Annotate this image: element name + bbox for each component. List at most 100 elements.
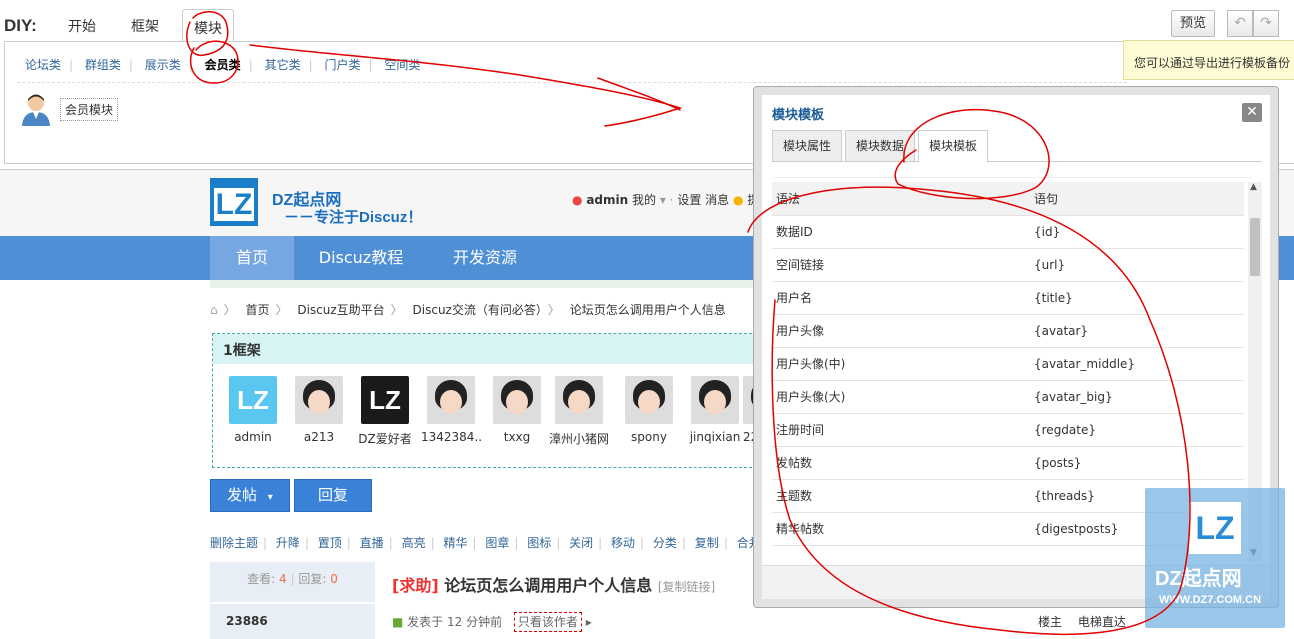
member-avatar-item[interactable]: LZ DZ爱好者 <box>355 376 415 447</box>
scroll-up-icon[interactable]: ▲ <box>1250 182 1257 192</box>
module-category-list: 论坛类 | 群组类 | 展示类 | 会员类 | 其它类 | 门户类 | 空间类 <box>25 58 421 72</box>
diy-frame[interactable]: 1框架 LZ admin a213 LZ DZ爱好者 1342384... txxg… <box>212 333 772 468</box>
user-bar: ● admin 我的 ▾ · 设置 消息 ● 提 <box>572 191 759 208</box>
site-logo[interactable]: LZ <box>210 178 258 226</box>
table-row[interactable]: 空间链接 {url} <box>772 248 1244 282</box>
mod-sticky[interactable]: 置顶 <box>318 536 342 550</box>
table-row[interactable]: 数据ID {id} <box>772 215 1244 249</box>
syntax-code[interactable]: {url} <box>1034 248 1244 282</box>
breadcrumb-board[interactable]: Discuz交流（有问必答） <box>413 303 542 317</box>
table-row[interactable]: 用户头像 {avatar} <box>772 314 1244 348</box>
thread-title: [求助] 论坛页怎么调用用户个人信息 [复制链接] <box>392 576 716 595</box>
redo-icon[interactable]: ↷ <box>1253 10 1279 37</box>
thread-tag[interactable]: 求助 <box>399 576 431 595</box>
category-member[interactable]: 会员类 <box>205 58 241 72</box>
syntax-code[interactable]: {regdate} <box>1034 413 1244 447</box>
tab-start[interactable]: 开始 <box>68 16 96 36</box>
mod-delete[interactable]: 删除主题 <box>210 536 258 550</box>
mod-close[interactable]: 关闭 <box>569 536 593 550</box>
tab-module-properties[interactable]: 模块属性 <box>772 130 842 162</box>
member-module-item[interactable]: 会员模块 <box>19 92 119 129</box>
mod-icon[interactable]: 图标 <box>527 536 551 550</box>
elevator-link[interactable]: 电梯直达 <box>1078 615 1126 629</box>
close-icon[interactable]: ✕ <box>1242 103 1262 122</box>
watermark-name: DZ起点网 <box>1155 568 1242 590</box>
category-other[interactable]: 其它类 <box>265 58 301 72</box>
category-space[interactable]: 空间类 <box>384 58 420 72</box>
mod-bump[interactable]: 升降 <box>276 536 300 550</box>
mod-highlight[interactable]: 高亮 <box>402 536 426 550</box>
bulb-icon: ● <box>733 193 744 207</box>
new-thread-button[interactable]: 发帖 ▾ <box>210 479 290 512</box>
syntax-code[interactable]: {avatar} <box>1034 314 1244 348</box>
copy-link[interactable]: [复制链接] <box>658 580 715 594</box>
member-avatar-item[interactable]: spony <box>619 376 679 444</box>
table-header-row: 语法 语句 <box>772 182 1244 216</box>
site-watermark: LZ DZ起点网 WWW.DZ7.COM.CN <box>1145 488 1285 628</box>
member-avatar-item[interactable]: jinqixian <box>685 376 745 444</box>
mod-copy[interactable]: 复制 <box>695 536 719 550</box>
member-avatar-item[interactable]: a213 <box>289 376 349 444</box>
category-group[interactable]: 群组类 <box>85 58 121 72</box>
breadcrumb-home[interactable]: 首页 <box>245 303 269 317</box>
syntax-name: 注册时间 <box>772 413 1034 447</box>
home-icon[interactable]: ⌂ <box>210 303 218 317</box>
syntax-code[interactable]: {id} <box>1034 215 1244 249</box>
mod-stamp[interactable]: 图章 <box>485 536 509 550</box>
mod-digest[interactable]: 精华 <box>443 536 467 550</box>
nav-home[interactable]: 首页 <box>210 236 294 280</box>
scroll-thumb[interactable] <box>1250 218 1260 276</box>
table-row[interactable]: 用户头像(中) {avatar_middle} <box>772 347 1244 381</box>
mod-live[interactable]: 直播 <box>360 536 384 550</box>
mod-classify[interactable]: 分类 <box>653 536 677 550</box>
nav-tutorials[interactable]: Discuz教程 <box>306 236 416 280</box>
tab-module[interactable]: 模块 <box>182 9 234 42</box>
nav-resources[interactable]: 开发资源 <box>440 236 530 280</box>
syntax-code[interactable]: {avatar_middle} <box>1034 347 1244 381</box>
table-row[interactable]: 发帖数 {posts} <box>772 446 1244 480</box>
only-author-link[interactable]: 只看该作者 <box>513 612 582 632</box>
post-floor-info: 楼主 电梯直达 <box>1038 613 1126 630</box>
tab-module-template[interactable]: 模块模板 <box>918 130 988 163</box>
syntax-name: 精华帖数 <box>772 512 1034 546</box>
syntax-code[interactable]: {posts} <box>1034 446 1244 480</box>
avatar <box>625 376 673 424</box>
member-avatar-item[interactable]: LZ admin <box>223 376 283 444</box>
syntax-code[interactable]: {avatar_big} <box>1034 380 1244 414</box>
category-portal[interactable]: 门户类 <box>324 58 360 72</box>
preview-button[interactable]: 预览 <box>1171 10 1215 37</box>
undo-icon[interactable]: ↶ <box>1227 10 1253 37</box>
table-row[interactable]: 用户头像(大) {avatar_big} <box>772 380 1244 414</box>
category-forum[interactable]: 论坛类 <box>25 58 61 72</box>
author-uid[interactable]: 23886 <box>210 604 375 639</box>
tab-module-data[interactable]: 模块数据 <box>845 130 915 162</box>
username-link[interactable]: admin <box>586 193 628 207</box>
reply-button[interactable]: 回复 <box>294 479 372 512</box>
member-avatar-item[interactable]: 漳州小猪网 <box>549 376 609 447</box>
watermark-url: WWW.DZ7.COM.CN <box>1159 594 1262 606</box>
breadcrumb-thread[interactable]: 论坛页怎么调用用户个人信息 <box>570 303 726 317</box>
breadcrumb-forum[interactable]: Discuz互助平台 <box>297 303 384 317</box>
user-link-settings[interactable]: 设置 <box>677 193 701 207</box>
member-avatar-item[interactable]: 1342384... <box>421 376 481 444</box>
user-link-messages[interactable]: 消息 <box>705 193 729 207</box>
category-display[interactable]: 展示类 <box>145 58 181 72</box>
table-row[interactable]: 用户名 {title} <box>772 281 1244 315</box>
qq-icon: ● <box>572 193 583 207</box>
mod-move[interactable]: 移动 <box>611 536 635 550</box>
user-link-mine[interactable]: 我的 <box>632 193 656 207</box>
syntax-name: 用户名 <box>772 281 1034 315</box>
syntax-code[interactable]: {title} <box>1034 281 1244 315</box>
table-row[interactable]: 注册时间 {regdate} <box>772 413 1244 447</box>
moderation-tools: 删除主题 | 升降 | 置顶 | 直播 | 高亮 | 精华 | 图章 | 图标 | 关闭 | 移动… <box>210 534 832 551</box>
frame-title: 1框架 <box>213 334 771 364</box>
avatar <box>493 376 541 424</box>
textarea-edge[interactable] <box>772 162 1252 178</box>
header-syntax: 语法 <box>772 182 1034 216</box>
avatar <box>295 376 343 424</box>
floor-label: 楼主 <box>1038 615 1063 629</box>
tab-frame[interactable]: 框架 <box>131 16 159 36</box>
member-avatar-item[interactable]: txxg <box>487 376 547 444</box>
member-name: DZ爱好者 <box>358 432 412 446</box>
user-icon <box>22 94 50 126</box>
